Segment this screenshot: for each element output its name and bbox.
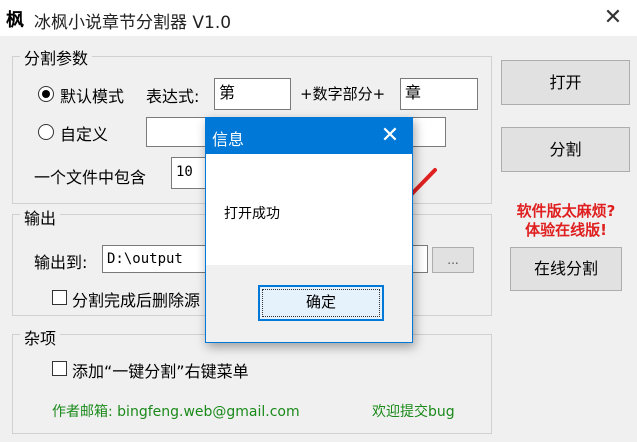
- info-dialog: 信息 ✕ 打开成功 确定: [205, 117, 413, 343]
- ok-button[interactable]: 确定: [258, 285, 384, 321]
- dialog-title: 信息: [212, 130, 245, 149]
- promo-line-2: 体验在线版!: [525, 221, 607, 239]
- expression-label: 表达式:: [146, 87, 200, 106]
- default-mode-label[interactable]: 默认模式: [60, 83, 124, 107]
- expression-suffix-input[interactable]: 章: [400, 78, 478, 110]
- per-file-label: 一个文件中包含: [34, 168, 147, 187]
- output-to-label: 输出到:: [34, 253, 88, 272]
- open-button[interactable]: 打开: [501, 60, 630, 105]
- custom-mode-label[interactable]: 自定义: [60, 121, 108, 145]
- browse-button[interactable]: ...: [432, 247, 474, 273]
- dialog-message: 打开成功: [224, 206, 280, 222]
- default-mode-radio[interactable]: [38, 86, 54, 102]
- split-button[interactable]: 分割: [501, 127, 630, 172]
- radio-selected-dot: [42, 90, 50, 98]
- ok-button-focus-ring: [262, 289, 380, 317]
- output-group-label: 输出: [20, 205, 61, 229]
- window-close-button[interactable]: ✕: [598, 4, 628, 32]
- window-title: 冰枫小说章节分割器 V1.0: [34, 13, 232, 33]
- number-part-label: +数字部分+: [300, 85, 386, 103]
- custom-mode-radio[interactable]: [38, 124, 54, 140]
- context-menu-label[interactable]: 添加“一键分割”右键菜单: [72, 358, 249, 382]
- title-bar: 枫 冰枫小说章节分割器 V1.0 ✕: [0, 0, 637, 36]
- bug-report-text: 欢迎提交bug: [372, 404, 455, 420]
- promo-line-1: 软件版太麻烦?: [516, 202, 616, 220]
- dialog-title-bar: 信息 ✕: [206, 118, 412, 154]
- online-split-button[interactable]: 在线分割: [510, 247, 622, 291]
- dialog-footer: 确定: [206, 265, 412, 342]
- delete-after-checkbox[interactable]: [52, 290, 67, 305]
- split-params-group-label: 分割参数: [20, 45, 93, 69]
- delete-after-label[interactable]: 分割完成后删除源: [72, 287, 200, 311]
- expression-prefix-input[interactable]: 第: [214, 78, 291, 110]
- misc-group-label: 杂项: [20, 325, 61, 349]
- author-email: 作者邮箱: bingfeng.web@gmail.com: [52, 404, 300, 420]
- context-menu-checkbox[interactable]: [52, 361, 67, 376]
- app-logo-icon: 枫: [6, 10, 24, 31]
- dialog-close-button[interactable]: ✕: [374, 121, 406, 151]
- promo-text: 软件版太麻烦? 体验在线版!: [500, 202, 632, 240]
